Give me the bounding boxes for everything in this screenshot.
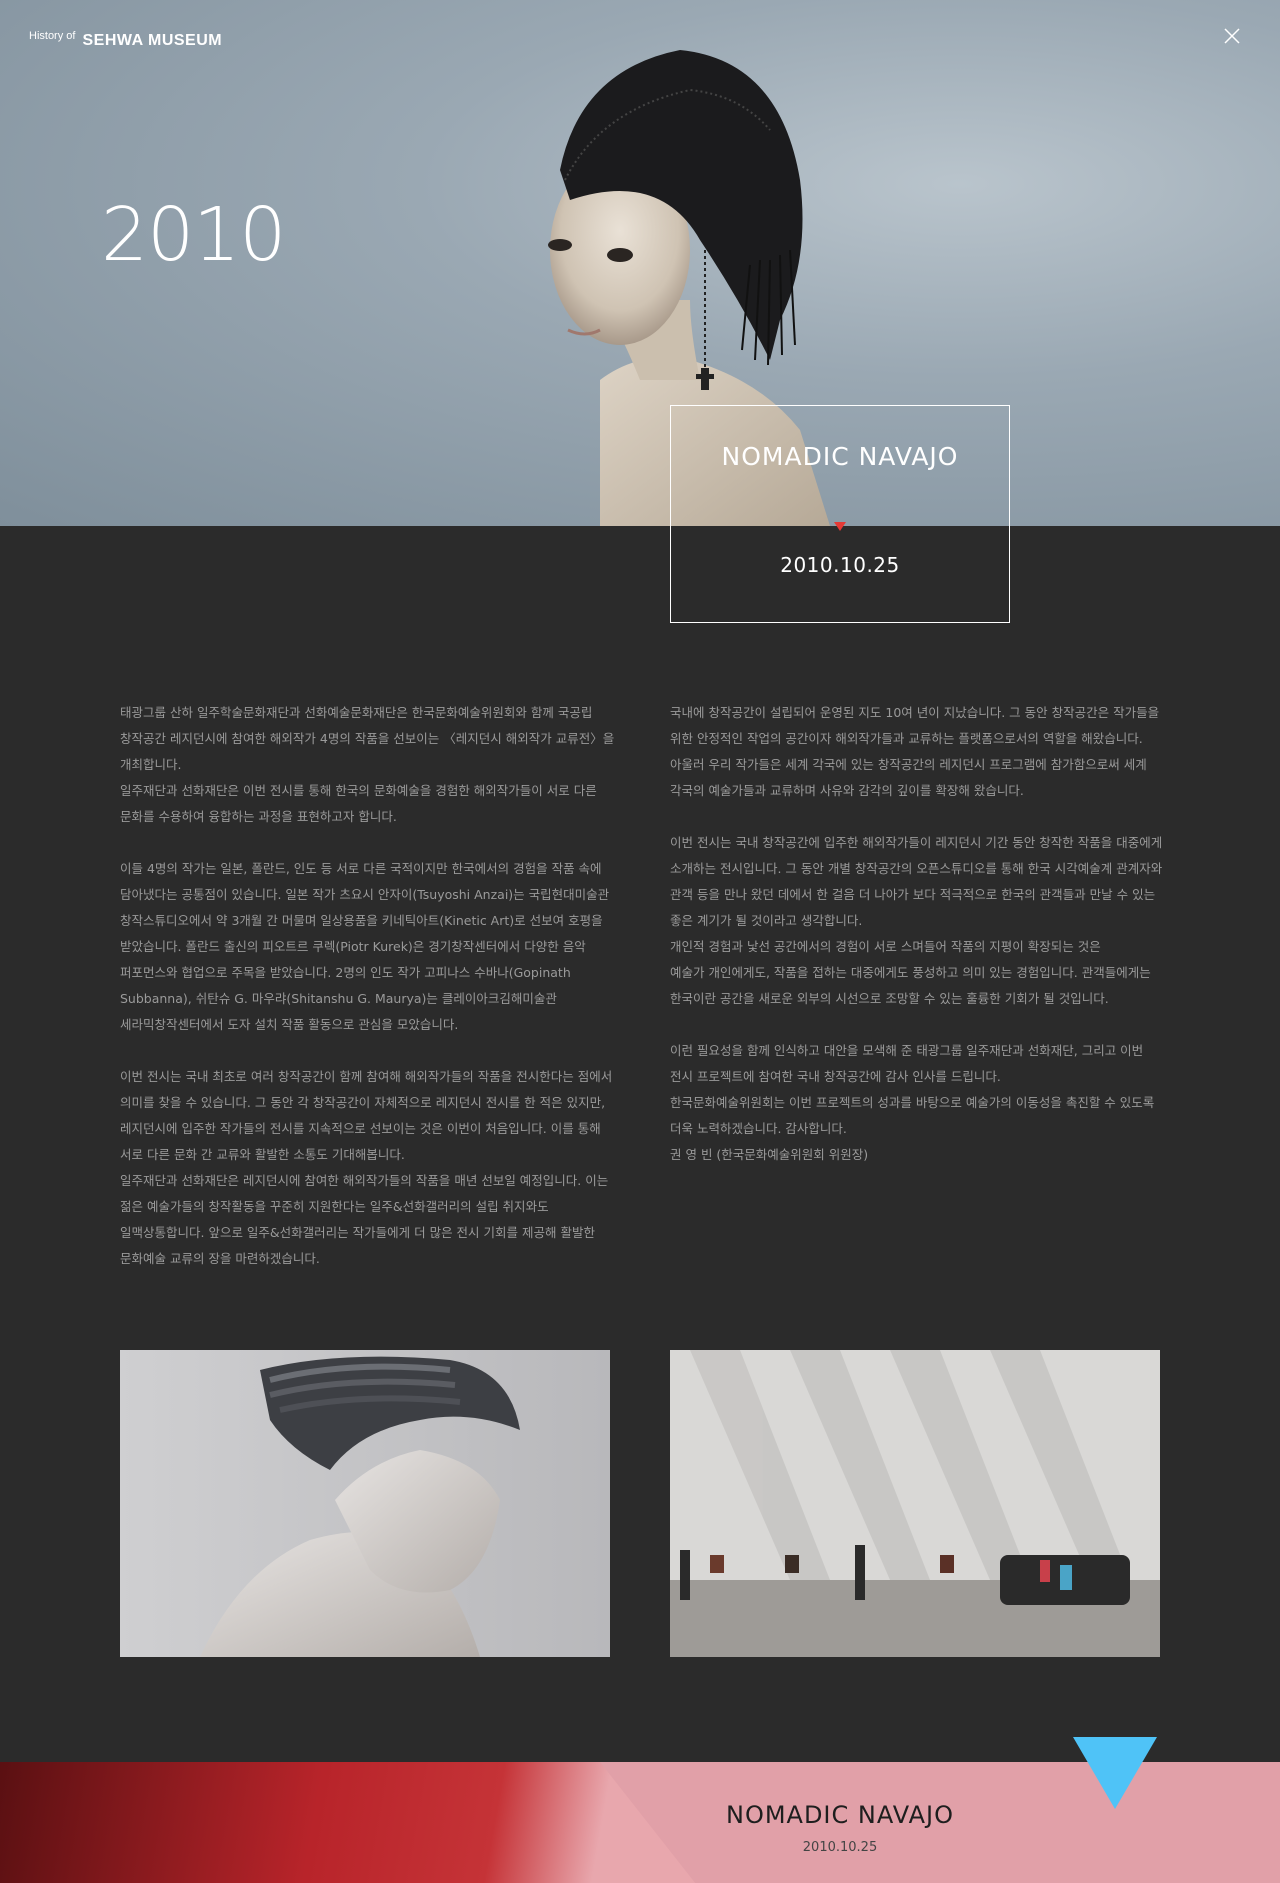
- paragraph: 이들 4명의 작가는 일본, 폴란드, 인도 등 서로 다른 국적이지만 한국에…: [120, 861, 610, 1032]
- paragraph: 국내에 창작공간이 설립되어 운영된 지도 10여 년이 지났습니다. 그 동안…: [670, 705, 1160, 798]
- footer-image-red: [0, 1762, 700, 1883]
- paragraph: 태광그룹 산하 일주학술문화재단과 선화예술문화재단은 한국문화예술위원회와 함…: [120, 705, 615, 824]
- exhibition-date: 2010.10.25: [780, 553, 900, 577]
- red-triangle-marker-icon: [834, 522, 846, 531]
- exhibition-title: NOMADIC NAVAJO: [721, 442, 959, 471]
- paragraph: 이번 전시는 국내 최초로 여러 창작공간이 함께 참여해 해외작가들의 작품을…: [120, 1069, 613, 1266]
- next-button[interactable]: [1073, 1737, 1157, 1809]
- close-button[interactable]: [1220, 24, 1244, 48]
- logo-prefix: History of: [29, 30, 76, 42]
- paragraph: 이번 전시는 국내 창작공간에 입주한 해외작가들이 레지던시 기간 동안 창작…: [670, 835, 1163, 1006]
- exhibition-title-frame-bottom: [670, 599, 1010, 623]
- down-triangle-icon: [1073, 1737, 1157, 1809]
- logo-name: SEHWA MUSEUM: [82, 32, 223, 49]
- site-logo[interactable]: History of SEHWA MUSEUM: [29, 26, 222, 49]
- hero-section: History of SEHWA MUSEUM 2010: [0, 0, 1280, 526]
- exhibition-title-frame: [670, 405, 1010, 622]
- body-text-right-column: 국내에 창작공간이 설립되어 운영된 지도 10여 년이 지났습니다. 그 동안…: [670, 700, 1170, 1194]
- next-exhibition-date: 2010.10.25: [802, 1840, 878, 1855]
- gallery-image-portrait[interactable]: [120, 1350, 610, 1657]
- body-text-left-column: 태광그룹 산하 일주학술문화재단과 선화예술문화재단은 한국문화예술위원회와 함…: [120, 700, 620, 1298]
- year-heading: 2010: [101, 192, 286, 278]
- close-icon: [1224, 28, 1240, 44]
- paragraph: 이런 필요성을 함께 인식하고 대안을 모색해 준 태광그룹 일주재단과 선화재…: [670, 1043, 1155, 1162]
- portrait-photo: [120, 1350, 610, 1657]
- exhibition-hall-photo: [670, 1350, 1160, 1657]
- next-exhibition-title: NOMADIC NAVAJO: [725, 1801, 955, 1829]
- gallery-image-exhibition-hall[interactable]: [670, 1350, 1160, 1657]
